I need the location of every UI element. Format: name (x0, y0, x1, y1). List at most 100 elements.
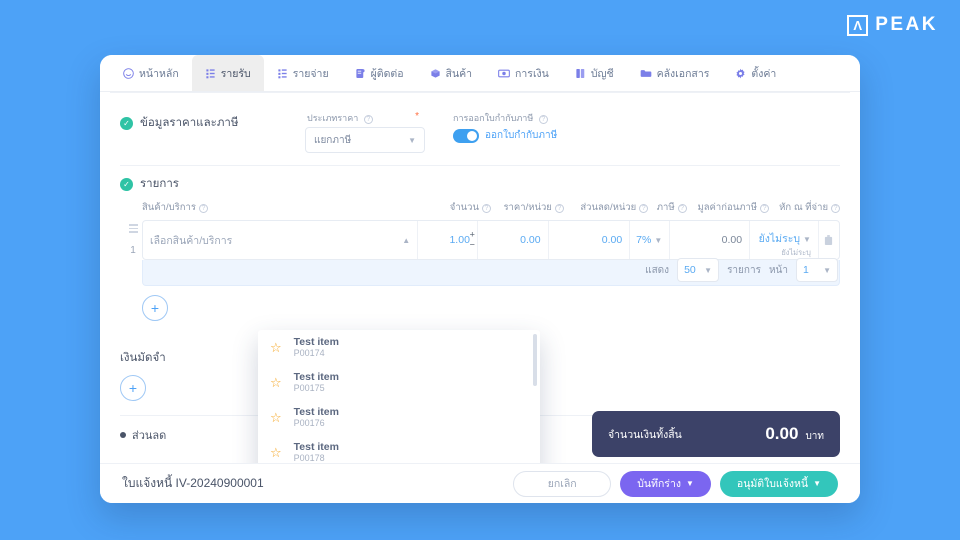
list-item-code: P00176 (293, 418, 325, 429)
item-select-placeholder: เลือกสินค้า/บริการ (150, 234, 233, 247)
nav-label-contact: ผู้ติดต่อ (370, 67, 404, 80)
star-icon[interactable]: ☆ (270, 410, 282, 426)
peak-logo: Λ PEAK (847, 14, 938, 36)
list-item-name: Test item (293, 336, 339, 349)
footer-actions: ยกเลิก บันทึกร่าง ▼ อนุมัติใบแจ้งหนี้ ▼ (513, 470, 838, 497)
help-icon[interactable]: ? (831, 204, 841, 213)
help-icon[interactable]: ? (760, 204, 770, 213)
grand-total-card: จำนวนเงินทั้งสิ้น 0.00 บาท (592, 411, 840, 457)
star-icon[interactable]: ☆ (270, 340, 282, 356)
items-section: ✓ รายการ สินค้า/บริการ? จำนวน? ราคา/หน่ว… (120, 166, 841, 321)
page-size-label: แสดง (645, 264, 670, 276)
tax-invoice-field: การออกใบกำกับภาษี ? ออกใบกำกับภาษี (453, 111, 557, 143)
item-dropdown-list: ☆ Test item P00174 ☆ Test item P00175 ☆ … (258, 330, 540, 463)
price-tax-title: ข้อมูลราคาและภาษี (140, 117, 239, 129)
list-item[interactable]: ☆ Test item P00175 (258, 365, 540, 400)
tax-invoice-toggle-text: ออกใบกำกับภาษี (485, 130, 558, 141)
check-icon: ✓ (120, 116, 133, 130)
summary-label: ส่วนลด (132, 430, 167, 442)
page-size-select[interactable]: 50 ▼ (677, 258, 720, 282)
grand-total-unit: บาท (805, 431, 824, 442)
nav-item-accounting[interactable]: บัญชี (562, 55, 627, 91)
price-type-select[interactable]: แยกภาษี ▼ (305, 127, 425, 153)
star-icon[interactable]: ☆ (270, 445, 282, 461)
expense-icon (277, 68, 288, 79)
save-draft-label: บันทึกร่าง (637, 478, 681, 490)
product-icon (430, 68, 441, 79)
nav-item-contact[interactable]: ผู้ติดต่อ (342, 55, 417, 91)
chevron-down-icon: ▼ (408, 135, 416, 145)
help-icon[interactable]: ? (677, 204, 687, 213)
accounting-icon (575, 68, 586, 79)
col-header-discount: ส่วนลด/หน่วย? (564, 200, 649, 215)
qty-decrement[interactable]: − (470, 240, 475, 249)
nav-item-expense[interactable]: รายจ่าย (264, 55, 342, 91)
price-type-field: ประเภทราคา ? * แยกภาษี ▼ (305, 111, 425, 153)
grand-total-value-group: 0.00 บาท (765, 424, 824, 444)
page-number-select[interactable]: 1 ▼ (796, 258, 838, 282)
approve-invoice-button[interactable]: อนุมัติใบแจ้งหนี้ ▼ (719, 470, 838, 497)
list-item[interactable]: ☆ Test item P00176 (258, 400, 540, 435)
save-draft-button[interactable]: บันทึกร่าง ▼ (620, 470, 711, 497)
wht-select[interactable]: ยังไม่ระบุ ▼ ยังไม่ระบุ (750, 221, 819, 259)
chevron-down-icon: ▼ (685, 479, 694, 488)
page-label: หน้า (768, 264, 788, 276)
unit-price-field[interactable]: 0.00 (478, 221, 549, 259)
qty-field[interactable]: 1.00 + − (418, 221, 478, 259)
row-drag-handle[interactable]: 1 (123, 221, 143, 259)
approve-invoice-label: อนุมัติใบแจ้งหนี้ (736, 478, 809, 490)
vat-select[interactable]: 7% ▼ (630, 221, 671, 259)
add-deposit-button[interactable]: + (120, 375, 146, 401)
item-dropdown-menu[interactable]: ☆ Test item P00174 ☆ Test item P00175 ☆ … (258, 330, 540, 463)
help-icon[interactable]: ? (363, 115, 373, 124)
table-row: 1 เลือกสินค้า/บริการ ▲ 1.00 + − 0.00 0.0… (128, 220, 840, 260)
delete-row-button[interactable] (819, 221, 839, 259)
bullet-icon (120, 432, 126, 438)
grand-total-label: จำนวนเงินทั้งสิ้น (608, 428, 682, 441)
nav-item-home[interactable]: หน้าหลัก (110, 55, 192, 91)
qty-increment[interactable]: + (470, 230, 475, 239)
nav-item-finance[interactable]: การเงิน (485, 55, 562, 91)
qty-stepper[interactable]: + − (470, 230, 475, 249)
peak-logo-mark: Λ (847, 14, 869, 36)
nav-item-income[interactable]: รายรับ (191, 55, 264, 91)
nav-item-settings[interactable]: ตั้งค่า (722, 55, 789, 91)
help-icon[interactable]: ? (482, 204, 491, 213)
form-body: ✓ ข้อมูลราคาและภาษี ประเภทราคา ? * แยกภา… (100, 91, 860, 463)
item-select-field[interactable]: เลือกสินค้า/บริการ ▲ (143, 221, 419, 259)
peak-logo-text: PEAK (875, 14, 938, 35)
document-number: ใบแจ้งหนี้ IV-20240900001 (122, 476, 264, 490)
list-item-name: Test item (293, 441, 339, 454)
nav-item-documents[interactable]: คลังเอกสาร (627, 55, 723, 91)
list-item-code: P00175 (293, 383, 325, 394)
col-header-vat: ภาษี? (648, 200, 687, 215)
list-item[interactable]: ☆ Test item P00174 (258, 330, 540, 365)
nav-label-accounting: บัญชี (590, 67, 614, 80)
page-number-value: 1 (803, 264, 809, 276)
add-item-button[interactable]: + (142, 295, 168, 321)
list-item-code: P00174 (293, 348, 325, 359)
list-item[interactable]: ☆ Test item P00178 (258, 435, 540, 463)
wht-value: ยังไม่ระบุ ▼ (758, 233, 811, 245)
drag-handle-icon (128, 224, 138, 233)
amount-value: 0.00 (670, 221, 751, 259)
finance-icon (498, 68, 510, 79)
help-icon[interactable]: ? (639, 204, 649, 213)
help-icon[interactable]: ? (554, 204, 564, 213)
discount-field[interactable]: 0.00 (549, 221, 631, 259)
dropdown-scrollbar[interactable] (533, 334, 537, 386)
grand-total-value: 0.00 (765, 424, 799, 443)
help-icon[interactable]: ? (198, 204, 208, 213)
home-icon (123, 67, 134, 79)
nav-item-product[interactable]: สินค้า (417, 55, 486, 91)
cancel-button[interactable]: ยกเลิก (513, 470, 612, 497)
row-number: 1 (130, 244, 136, 256)
help-icon[interactable]: ? (538, 115, 548, 124)
tax-invoice-toggle[interactable] (453, 128, 479, 143)
items-pagination: แสดง 50 ▼ รายการ หน้า 1 ▼ (645, 258, 838, 282)
star-icon[interactable]: ☆ (270, 375, 282, 391)
form-footer: ใบแจ้งหนี้ IV-20240900001 ยกเลิก บันทึกร… (100, 463, 860, 503)
col-header-unit-price: ราคา/หน่วย? (491, 200, 564, 215)
app-window: หน้าหลัก รายรับ รายจ่าย ผู้ติดต่อ สินค้า (100, 55, 860, 503)
top-navigation: หน้าหลัก รายรับ รายจ่าย ผู้ติดต่อ สินค้า (100, 55, 860, 91)
